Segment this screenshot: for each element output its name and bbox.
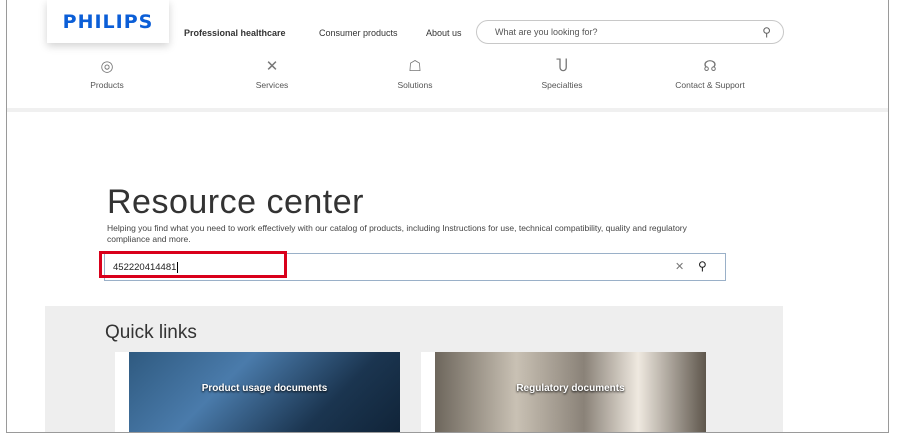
nav-contact-support[interactable]: ☊ Contact & Support <box>650 58 770 90</box>
search-icon[interactable]: ⚲ <box>762 25 771 39</box>
nav-divider <box>7 108 888 112</box>
quick-links-title: Quick links <box>105 322 197 343</box>
solutions-icon: ☖ <box>408 58 422 75</box>
page-description: Helping you find what you need to work e… <box>107 223 687 244</box>
quick-links-section: Quick links Product usage documents Regu… <box>45 306 783 432</box>
global-search[interactable]: What are you looking for? ⚲ <box>476 20 784 44</box>
page-title: Resource center <box>107 183 364 221</box>
nav-about-us[interactable]: About us <box>426 28 462 38</box>
nav-professional-healthcare[interactable]: Professional healthcare <box>184 28 286 38</box>
nav-consumer-products[interactable]: Consumer products <box>319 28 398 38</box>
search-placeholder: What are you looking for? <box>495 27 598 37</box>
card-image: Regulatory documents <box>435 352 706 432</box>
services-icon: ✕ <box>265 58 279 75</box>
products-icon: ◎ <box>100 58 114 75</box>
card-product-usage-documents[interactable]: Product usage documents <box>115 352 400 432</box>
nav-services[interactable]: ✕ Services <box>212 58 332 90</box>
philips-logo[interactable]: PHILIPS <box>47 0 169 43</box>
card-regulatory-documents[interactable]: Regulatory documents <box>421 352 706 432</box>
nav-solutions[interactable]: ☖ Solutions <box>355 58 475 90</box>
nav-products[interactable]: ◎ Products <box>47 58 167 90</box>
support-icon: ☊ <box>703 58 717 75</box>
card-image: Product usage documents <box>129 352 400 432</box>
nav-specialties[interactable]: Ⴎ Specialties <box>502 58 622 90</box>
close-icon[interactable]: ✕ <box>675 260 684 273</box>
card-label: Regulatory documents <box>516 383 625 394</box>
page-frame: PHILIPS Professional healthcare Consumer… <box>6 0 889 433</box>
stethoscope-icon: Ⴎ <box>556 58 568 75</box>
search-icon[interactable]: ⚲ <box>698 259 707 273</box>
secondary-nav: ◎ Products ✕ Services ☖ Solutions Ⴎ Spec… <box>7 58 888 98</box>
highlight-box <box>99 251 287 278</box>
card-label: Product usage documents <box>201 383 328 394</box>
